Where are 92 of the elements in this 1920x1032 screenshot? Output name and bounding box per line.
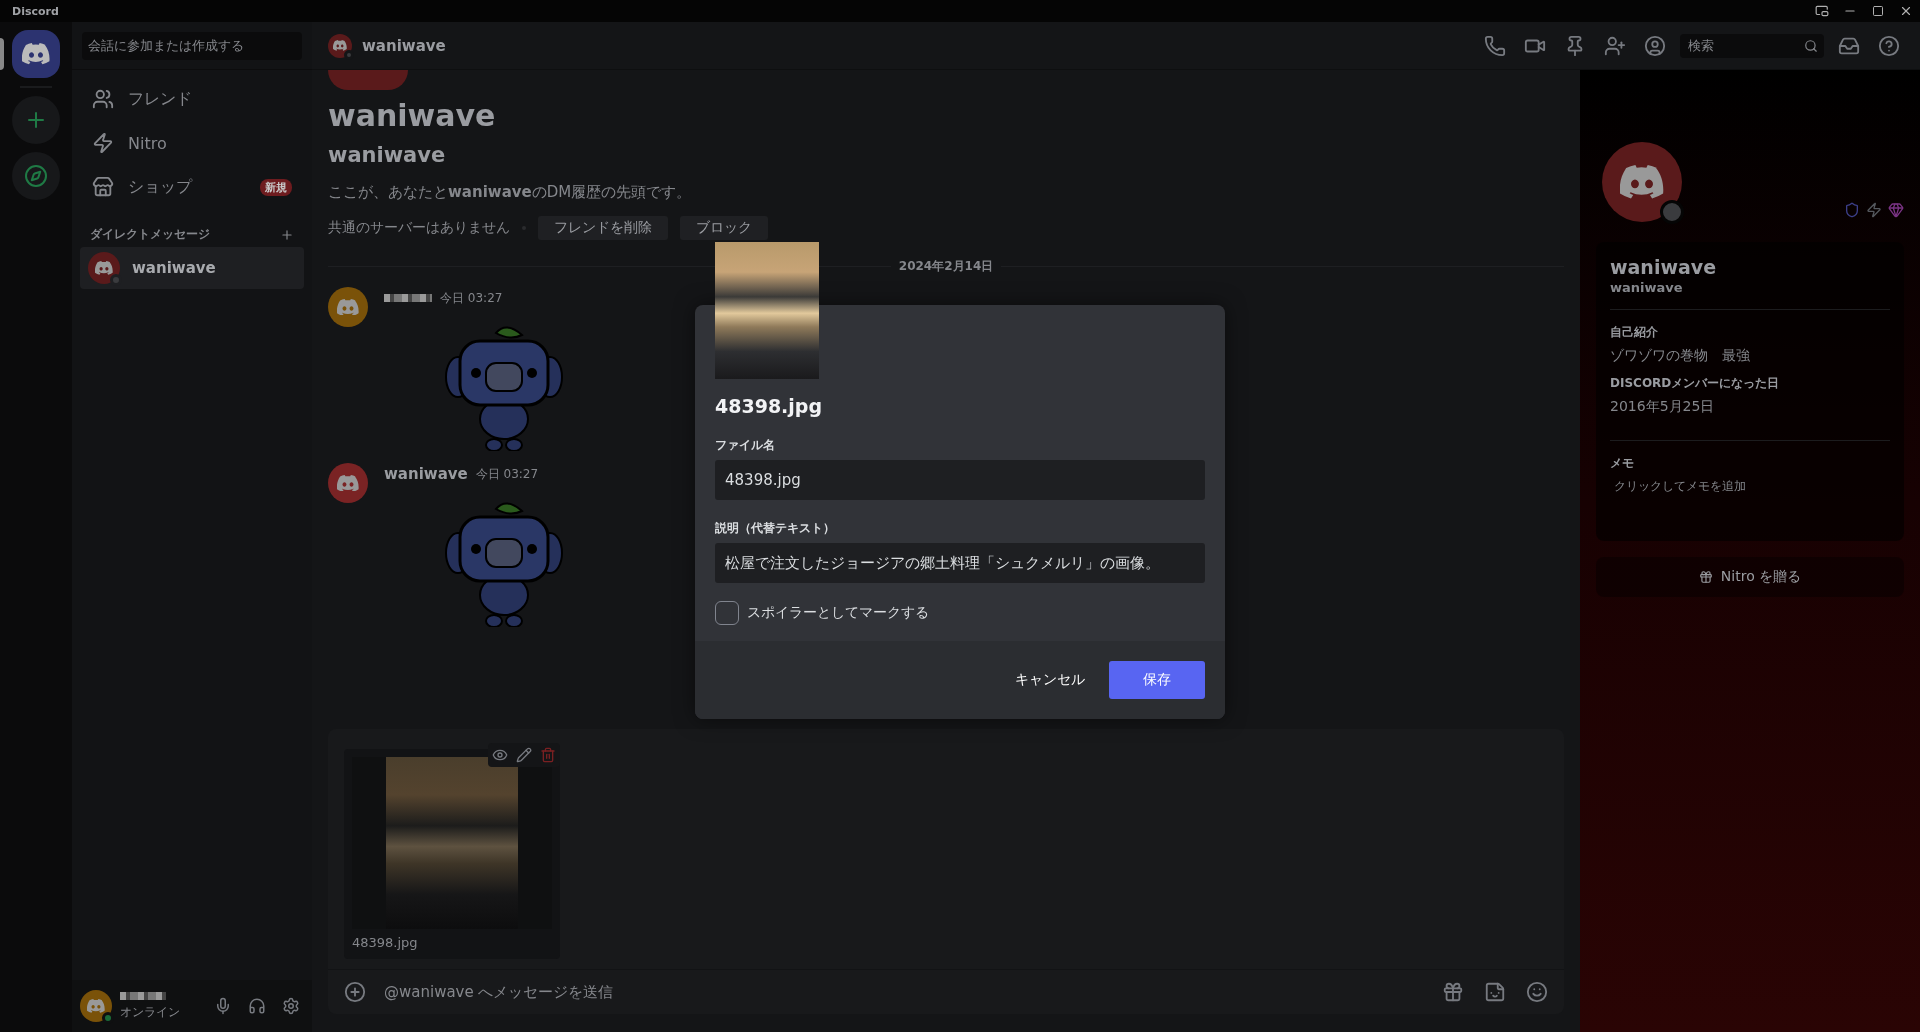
field-label: 説明（代替テキスト）	[715, 520, 836, 537]
smiley-icon	[1526, 981, 1548, 1003]
section-title: DISCORDメンバーになった日	[1610, 375, 1781, 392]
action-button[interactable]: ブロック	[680, 216, 768, 240]
message-input[interactable]: @waniwave へメッセージを送信	[382, 982, 1426, 1002]
input-field[interactable]: 松屋で注文したジョージアの郷土料理「シュクメルリ」の画像。	[715, 543, 1205, 583]
note-field[interactable]: クリックしてメモを追加	[1610, 472, 1890, 501]
section-title: メモ	[1610, 455, 1635, 472]
pencil-icon	[516, 747, 532, 763]
plus-icon[interactable]	[280, 227, 294, 242]
discord-logo-icon	[95, 261, 113, 275]
avatar-icon	[328, 70, 408, 90]
discord-logo-icon	[1620, 165, 1664, 199]
sidebar-item-label: Nitro	[128, 133, 168, 153]
field-label: ファイル名	[715, 437, 776, 454]
status-dot	[102, 1012, 114, 1024]
input-field[interactable]: 48398.jpg	[715, 460, 1205, 500]
timestamp: 今日 03:27	[475, 465, 539, 483]
action-button[interactable]: フレンドを削除	[538, 216, 668, 240]
shop-icon	[92, 176, 114, 198]
discord-logo-icon	[87, 999, 105, 1013]
new-badge: 新規	[260, 178, 292, 196]
message-bar[interactable]: @waniwave へメッセージを送信	[328, 970, 1564, 1014]
section-header: ダイレクトメッセージ	[90, 226, 210, 243]
add-user-icon	[1604, 34, 1626, 57]
author-name[interactable]: waniwave	[384, 465, 468, 483]
avatar-icon[interactable]	[80, 990, 112, 1022]
status-dot	[110, 274, 122, 286]
channel-title: waniwave	[362, 36, 446, 55]
help-icon	[1878, 34, 1900, 57]
checkbox[interactable]	[715, 601, 739, 625]
status-dot	[1660, 200, 1684, 224]
plus-circle-icon	[344, 981, 366, 1003]
sticker-icon	[1484, 981, 1506, 1003]
section-text: 2016年5月25日	[1610, 398, 1716, 416]
app-title: Discord	[12, 4, 60, 18]
avatar-icon[interactable]	[328, 287, 368, 327]
username: waniwave	[328, 143, 447, 167]
friends-icon	[92, 88, 114, 110]
sidebar-item-label: ショップ	[128, 176, 194, 198]
picture-in-picture-icon	[1815, 4, 1829, 18]
sidebar-item[interactable]: Nitro	[80, 122, 304, 164]
selection-pill	[0, 38, 4, 70]
add-server-button[interactable]	[12, 96, 60, 144]
discord-logo-icon	[337, 298, 359, 316]
mutual-servers-text: 共通のサーバーはありません	[328, 219, 510, 237]
username: waniwave	[1610, 280, 1684, 295]
checkbox-label: スポイラーとしてマークする	[747, 604, 929, 622]
close-icon	[1899, 4, 1913, 18]
gift-icon	[1698, 570, 1713, 584]
section-text: ゾワゾワの巻物 最強	[1610, 347, 1751, 365]
timestamp: 今日 03:27	[440, 289, 503, 307]
discord-logo-icon	[337, 474, 359, 492]
settings-icon	[282, 997, 300, 1015]
search-field[interactable]: 検索	[1680, 33, 1824, 58]
explore-button[interactable]	[12, 152, 60, 200]
badge-icon[interactable]	[1866, 202, 1882, 218]
modal-title: 48398.jpg	[715, 395, 824, 417]
search-input[interactable]: 検索	[1686, 37, 1804, 54]
display-name: waniwave	[328, 98, 497, 133]
user-status: オンライン	[120, 1003, 181, 1021]
redacted-name	[384, 294, 432, 302]
cancel-button[interactable]: キャンセル	[1007, 671, 1093, 689]
sidebar-item[interactable]: ショップ 新規	[80, 166, 304, 208]
gift-nitro-button[interactable]: Nitro を贈る	[1596, 557, 1904, 597]
eye-icon	[492, 747, 508, 763]
search-icon	[1804, 38, 1818, 53]
section-title: 自己紹介	[1610, 324, 1659, 341]
gift-icon	[1442, 981, 1464, 1003]
file-name: 48398.jpg	[352, 935, 419, 950]
lightning-icon	[92, 132, 114, 154]
conversation-search[interactable]: 会話に参加または作成する	[82, 32, 302, 60]
intro-text: ここが、あなたとwaniwaveのDM履歴の先頭です。	[328, 183, 693, 202]
sidebar-item-label: フレンド	[128, 88, 193, 110]
status-dot	[344, 49, 354, 60]
redacted-name	[120, 991, 166, 1000]
microphone-icon	[214, 997, 232, 1015]
dm-item[interactable]: waniwave	[80, 247, 304, 289]
headphones-icon	[248, 997, 266, 1015]
date-divider: 2024年2月14日	[898, 258, 994, 275]
phone-icon	[1484, 34, 1506, 57]
discord-logo-icon	[22, 43, 50, 65]
sidebar-item[interactable]: フレンド	[80, 78, 304, 120]
display-name: waniwave	[1610, 256, 1718, 278]
maximize-icon	[1872, 5, 1884, 17]
trash-icon	[540, 747, 556, 763]
avatar-icon[interactable]	[328, 463, 368, 503]
compass-icon	[24, 164, 48, 188]
user-circle-icon	[1644, 34, 1666, 57]
badge-icon[interactable]	[1888, 202, 1904, 218]
save-button[interactable]: 保存	[1109, 661, 1205, 699]
discord-logo-icon	[333, 40, 347, 51]
